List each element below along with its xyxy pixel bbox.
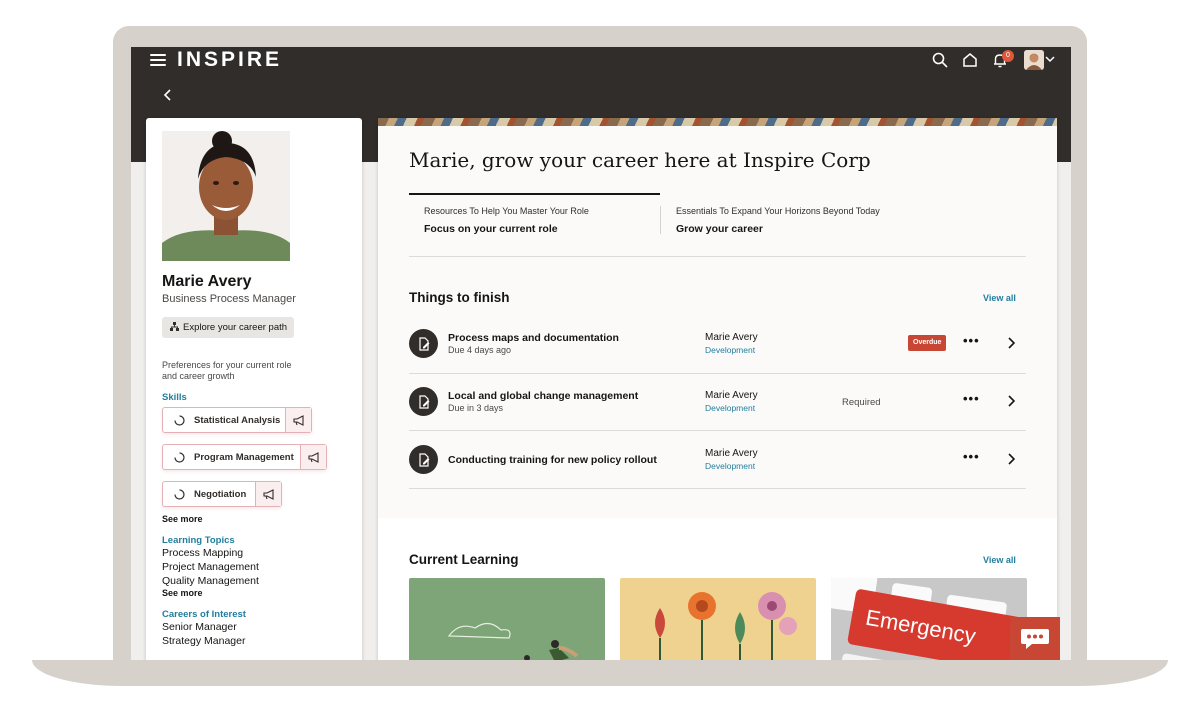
overdue-badge: Overdue	[908, 335, 947, 351]
megaphone-icon[interactable]	[300, 445, 326, 469]
task-title: Process maps and documentation	[448, 332, 619, 344]
skills-see-more-link[interactable]: See more	[162, 514, 203, 524]
divider	[409, 430, 1026, 431]
current-learning-heading: Current Learning	[409, 552, 519, 567]
task-row[interactable]: Local and global change management Due i…	[409, 374, 1026, 431]
profile-card: Marie Avery Business Process Manager Exp…	[146, 118, 362, 660]
task-department: Development	[705, 345, 756, 355]
more-options-icon[interactable]: •••	[963, 391, 980, 406]
skill-chip-negotiation[interactable]: Negotiation	[162, 481, 282, 507]
profile-name: Marie Avery	[162, 273, 252, 290]
more-options-icon[interactable]: •••	[963, 449, 980, 464]
brand-logo: INSPIRE	[177, 48, 283, 71]
task-owner: Marie Avery	[705, 448, 758, 459]
learning-card[interactable]	[409, 578, 605, 660]
tab-subtitle: Essentials To Expand Your Horizons Beyon…	[676, 206, 880, 216]
skill-chip-statistical-analysis[interactable]: Statistical Analysis	[162, 407, 312, 433]
learning-topic-item[interactable]: Quality Management	[162, 575, 259, 587]
chevron-right-icon[interactable]	[1007, 453, 1015, 465]
topics-see-more-link[interactable]: See more	[162, 588, 203, 598]
task-owner: Marie Avery	[705, 332, 758, 343]
progress-ring-icon	[174, 488, 185, 500]
progress-ring-icon	[174, 414, 185, 426]
skills-heading: Skills	[162, 392, 187, 403]
page-title: Marie, grow your career here at Inspire …	[409, 148, 871, 172]
task-row[interactable]: Process maps and documentation Due 4 day…	[409, 316, 1026, 373]
careers-heading: Careers of Interest	[162, 609, 246, 620]
profile-photo	[162, 131, 290, 261]
learning-topic-item[interactable]: Process Mapping	[162, 547, 243, 559]
preferences-text: Preferences for your current role and ca…	[162, 360, 292, 381]
profile-role: Business Process Manager	[162, 293, 296, 305]
task-row[interactable]: Conducting training for new policy rollo…	[409, 432, 1026, 489]
skill-label: Program Management	[194, 451, 294, 463]
task-owner: Marie Avery	[705, 390, 758, 401]
career-item[interactable]: Strategy Manager	[162, 635, 245, 647]
more-options-icon[interactable]: •••	[963, 333, 980, 348]
megaphone-icon[interactable]	[285, 408, 311, 432]
task-edit-icon	[409, 445, 438, 474]
home-icon[interactable]	[961, 51, 979, 69]
hamburger-menu-icon[interactable]	[150, 54, 166, 66]
learning-card[interactable]: Emergency	[831, 578, 1027, 660]
chat-bubble-icon	[1021, 628, 1049, 649]
laptop-base	[32, 660, 1168, 686]
main-panel: Marie, grow your career here at Inspire …	[378, 118, 1057, 660]
career-item[interactable]: Senior Manager	[162, 621, 237, 633]
progress-ring-icon	[174, 451, 185, 463]
task-edit-icon	[409, 329, 438, 358]
org-chart-icon	[170, 322, 179, 331]
things-view-all-link[interactable]: View all	[983, 293, 1016, 303]
divider	[409, 256, 1026, 257]
tab-current-role[interactable]: Resources To Help You Master Your Role F…	[409, 193, 660, 238]
tab-subtitle: Resources To Help You Master Your Role	[424, 206, 589, 216]
task-title: Local and global change management	[448, 390, 639, 402]
career-button-label: Explore your career path	[183, 322, 288, 333]
learning-topic-item[interactable]: Project Management	[162, 561, 259, 573]
skill-label: Statistical Analysis	[194, 414, 281, 426]
search-icon[interactable]	[931, 51, 949, 69]
tab-grow-career[interactable]: Essentials To Expand Your Horizons Beyon…	[661, 193, 961, 238]
back-chevron-icon[interactable]	[161, 87, 175, 103]
megaphone-icon[interactable]	[255, 482, 281, 506]
chat-button[interactable]	[1010, 617, 1060, 660]
chevron-down-icon[interactable]	[1045, 55, 1055, 63]
chevron-right-icon[interactable]	[1007, 395, 1015, 407]
app-screen: INSPIRE 0 Marie Avery Business Process M…	[131, 47, 1071, 660]
skill-chip-program-management[interactable]: Program Management	[162, 444, 327, 470]
task-due: Due in 3 days	[448, 403, 504, 413]
task-department: Development	[705, 403, 756, 413]
things-to-finish-heading: Things to finish	[409, 290, 510, 305]
required-status: Required	[842, 397, 881, 408]
explore-career-path-button[interactable]: Explore your career path	[162, 317, 294, 338]
tab-title: Grow your career	[676, 223, 763, 235]
decorative-banner	[378, 118, 1057, 126]
skill-label: Negotiation	[194, 488, 247, 500]
divider	[409, 488, 1026, 489]
notification-badge: 0	[1002, 50, 1014, 62]
user-avatar[interactable]	[1024, 50, 1044, 70]
task-department: Development	[705, 461, 756, 471]
task-title: Conducting training for new policy rollo…	[448, 454, 657, 466]
chevron-right-icon[interactable]	[1007, 337, 1015, 349]
task-due: Due 4 days ago	[448, 345, 512, 355]
learning-card[interactable]	[620, 578, 816, 660]
learning-topics-heading: Learning Topics	[162, 535, 235, 546]
task-edit-icon	[409, 387, 438, 416]
learning-view-all-link[interactable]: View all	[983, 555, 1016, 565]
tab-title: Focus on your current role	[424, 223, 558, 235]
